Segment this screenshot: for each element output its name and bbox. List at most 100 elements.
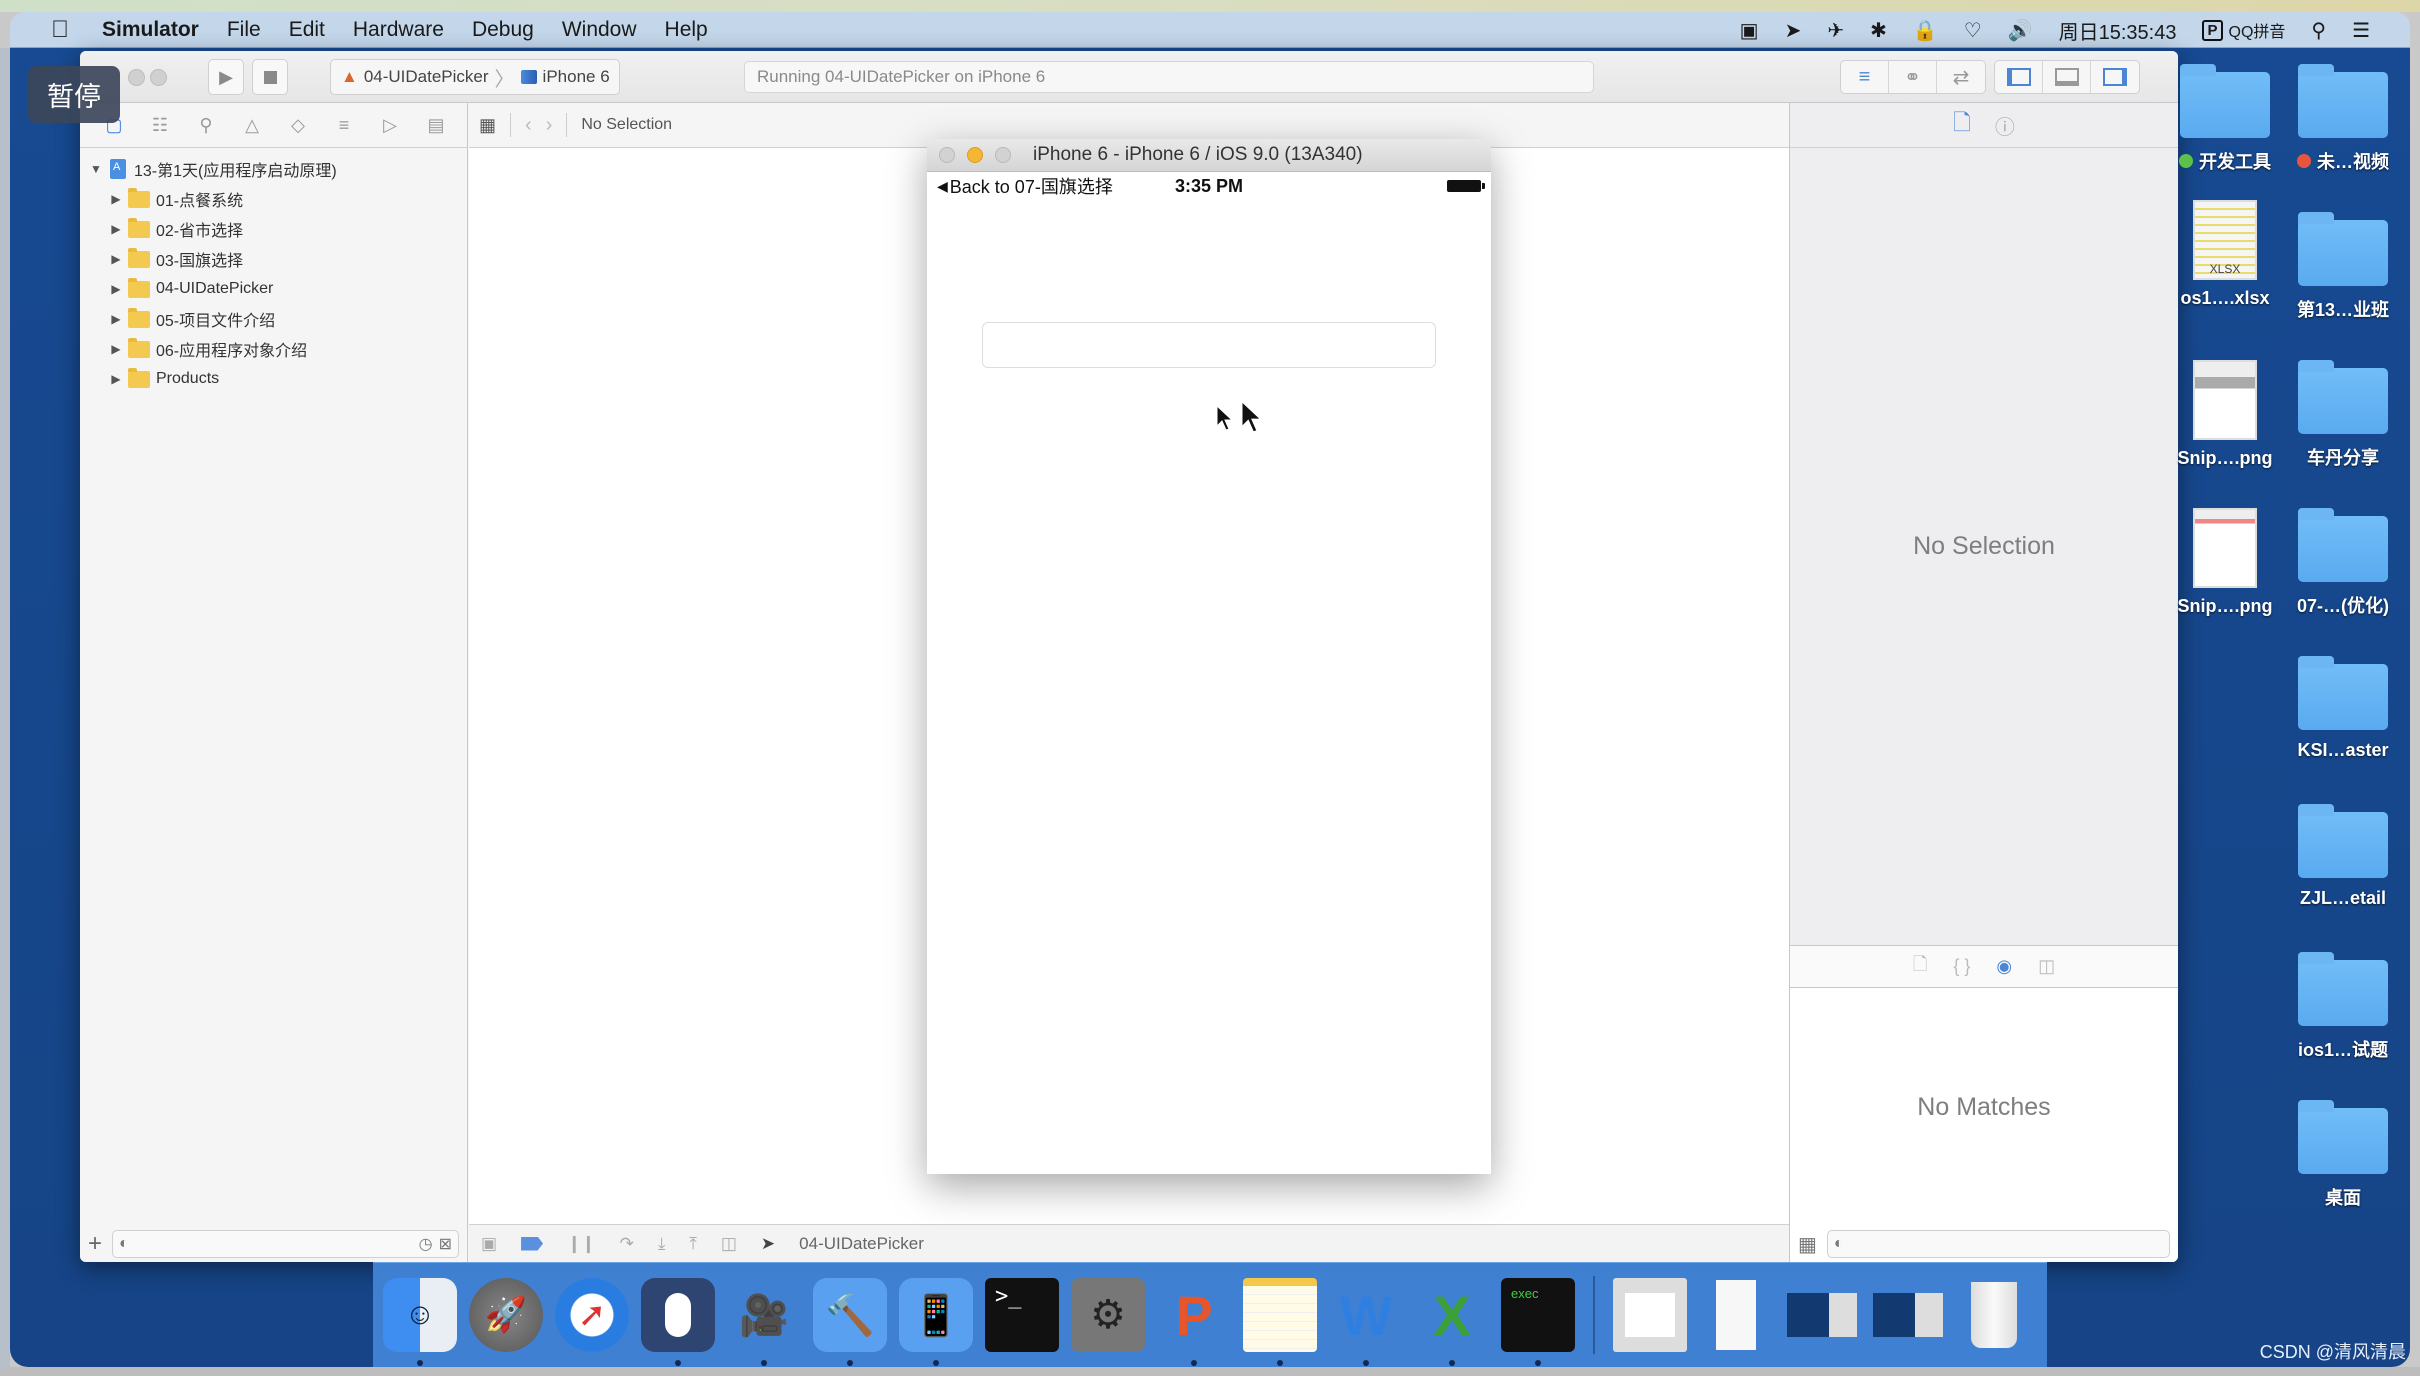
dock-launchpad[interactable]: 🚀 — [469, 1278, 543, 1352]
simulator-titlebar[interactable]: iPhone 6 - iPhone 6 / iOS 9.0 (13A340) — [927, 139, 1491, 172]
menu-clock[interactable]: 周日15:35:43 — [2059, 16, 2177, 45]
screen-record-icon[interactable]: ▣ — [1740, 18, 1759, 43]
dock-screenflow[interactable]: 🎥 — [727, 1278, 801, 1366]
desktop-folder[interactable]: 开发工具 — [2165, 64, 2285, 174]
recent-files-icon[interactable]: ◷ — [419, 1234, 433, 1254]
hide-debug-area-icon[interactable]: ▣ — [481, 1234, 497, 1254]
desktop-image-file[interactable]: Snip….png — [2165, 508, 2285, 617]
disclosure-collapsed-icon[interactable]: ▶ — [108, 372, 124, 386]
issue-navigator-tab[interactable]: △ — [240, 113, 264, 137]
dock-excel[interactable]: X — [1415, 1278, 1489, 1366]
window-minimize-button[interactable] — [150, 69, 167, 86]
desktop-image-file[interactable]: Snip….png — [2165, 360, 2285, 469]
desktop-folder[interactable]: ios1…试题 — [2283, 952, 2403, 1062]
media-library-icon[interactable]: ◫ — [2038, 956, 2055, 977]
desktop-folder[interactable]: KSI…aster — [2283, 656, 2403, 761]
sim-minimize-button[interactable] — [967, 147, 983, 163]
disclosure-collapsed-icon[interactable]: ▶ — [108, 192, 124, 206]
disclosure-expanded-icon[interactable]: ▼ — [88, 162, 104, 176]
quick-help-icon[interactable]: ⓘ — [1995, 111, 2015, 140]
dock-text-document[interactable] — [1699, 1278, 1773, 1352]
test-navigator-tab[interactable]: ◇ — [286, 113, 310, 137]
menu-debug[interactable]: Debug — [472, 18, 534, 42]
step-out-icon[interactable]: ⤒ — [689, 1234, 697, 1254]
desktop-folder[interactable]: 07-…(优化) — [2283, 508, 2403, 618]
dock-system-preferences[interactable]: ⚙ — [1071, 1278, 1145, 1352]
tree-item[interactable]: ▶ 02-省市选择 — [80, 214, 467, 244]
desktop-xlsx-file[interactable]: XLSX os1….xlsx — [2165, 200, 2285, 309]
related-items-icon[interactable]: ▦ — [479, 115, 496, 136]
menu-file[interactable]: File — [227, 18, 261, 42]
jump-bar-selection[interactable]: No Selection — [581, 116, 672, 134]
view-debugger-icon[interactable]: ◫ — [721, 1234, 737, 1254]
desktop-folder[interactable]: 第13…业班 — [2283, 212, 2403, 322]
tree-root[interactable]: ▼ 13-第1天(应用程序启动原理) — [80, 154, 467, 184]
tree-item[interactable]: ▶ 03-国旗选择 — [80, 244, 467, 274]
location-simulate-icon[interactable]: ➤ — [761, 1234, 775, 1254]
lock-icon[interactable]: 🔒 — [1913, 18, 1938, 43]
window-close-button[interactable] — [128, 69, 145, 86]
breakpoints-toggle-icon[interactable] — [521, 1236, 544, 1251]
disclosure-collapsed-icon[interactable]: ▶ — [108, 342, 124, 356]
disclosure-collapsed-icon[interactable]: ▶ — [108, 282, 124, 296]
dock-xcode[interactable]: 🔨 — [813, 1278, 887, 1366]
dock-screen-capture-2[interactable] — [1871, 1278, 1945, 1352]
location-icon[interactable]: ➤ — [1785, 18, 1802, 43]
dock-terminal[interactable]: >_ — [985, 1278, 1059, 1352]
assistant-editor-button[interactable]: ⚭ — [1889, 61, 1937, 93]
desktop-folder[interactable]: ZJL…etail — [2283, 804, 2403, 909]
dock-screen-capture-1[interactable] — [1785, 1278, 1859, 1352]
menu-hardware[interactable]: Hardware — [353, 18, 444, 42]
add-file-button[interactable]: + — [88, 1230, 102, 1258]
find-navigator-tab[interactable]: ⚲ — [194, 113, 218, 137]
dock-preview-document[interactable] — [1613, 1278, 1687, 1352]
dock-trash[interactable] — [1957, 1278, 2031, 1352]
dock-powerpoint[interactable]: P — [1157, 1278, 1231, 1366]
code-snippet-library-icon[interactable]: { } — [1953, 956, 1970, 977]
tree-item[interactable]: ▶ 05-项目文件介绍 — [80, 304, 467, 334]
pause-icon[interactable]: ❙❙ — [567, 1234, 596, 1254]
scheme-selector[interactable]: ▲ 04-UIDatePicker 〉 iPhone 6 — [330, 59, 620, 95]
sim-zoom-button[interactable] — [995, 147, 1011, 163]
volume-icon[interactable]: 🔊 — [2008, 18, 2033, 43]
navigator-filter-field[interactable]: ◐ ◷ ⊠ — [112, 1230, 459, 1258]
menu-edit[interactable]: Edit — [289, 18, 325, 42]
debug-area-toggle-button[interactable] — [2043, 61, 2091, 93]
date-text-field[interactable] — [982, 322, 1436, 368]
dock-exec-console[interactable]: exec — [1501, 1278, 1575, 1366]
report-navigator-tab[interactable]: ▤ — [424, 113, 448, 137]
desktop-folder[interactable]: 车丹分享 — [2283, 360, 2403, 470]
dock-safari[interactable]: ➚ — [555, 1278, 629, 1352]
symbol-navigator-tab[interactable]: ☷ — [148, 113, 172, 137]
menu-help[interactable]: Help — [665, 18, 708, 42]
version-editor-button[interactable]: ⇄ — [1937, 61, 1985, 93]
dock-finder[interactable]: ☺ — [383, 1278, 457, 1366]
file-template-library-icon[interactable]: 🗋 — [1913, 952, 1927, 982]
step-into-icon[interactable]: ⤓ — [658, 1234, 666, 1254]
airplane-icon[interactable]: ✈ — [1827, 18, 1844, 43]
wifi-icon[interactable]: ♡ — [1964, 18, 1982, 43]
sim-close-button[interactable] — [939, 147, 955, 163]
disclosure-collapsed-icon[interactable]: ▶ — [108, 312, 124, 326]
list-icon[interactable]: ☰ — [2352, 18, 2370, 43]
input-method-menu[interactable]: P QQ拼音 — [2202, 18, 2285, 42]
tree-item[interactable]: ▶ 01-点餐系统 — [80, 184, 467, 214]
menu-app-simulator[interactable]: Simulator — [102, 18, 199, 42]
stop-button[interactable] — [252, 59, 288, 95]
dock-word[interactable]: W — [1329, 1278, 1403, 1366]
file-inspector-icon[interactable]: 🗋 — [1953, 106, 1971, 144]
bluetooth-icon[interactable]: ✱ — [1870, 18, 1887, 43]
debug-navigator-tab[interactable]: ≡ — [332, 113, 356, 137]
source-control-filter-icon[interactable]: ⊠ — [439, 1234, 452, 1254]
desktop-folder[interactable]: 未…视频 — [2283, 64, 2403, 174]
menu-window[interactable]: Window — [562, 18, 637, 42]
dock-notes[interactable] — [1243, 1278, 1317, 1366]
navigator-toggle-button[interactable] — [1995, 61, 2043, 93]
tree-item[interactable]: ▶ 06-应用程序对象介绍 — [80, 334, 467, 364]
library-filter-field[interactable]: ◐ — [1826, 1230, 2170, 1258]
apple-menu-icon[interactable]:  — [40, 16, 80, 44]
back-to-app-button[interactable]: ◀ Back to 07-国旗选择 — [937, 173, 1113, 199]
device-name[interactable]: iPhone 6 — [543, 67, 610, 87]
step-over-icon[interactable]: ↷ — [620, 1234, 634, 1254]
desktop-folder[interactable]: 桌面 — [2283, 1100, 2403, 1210]
